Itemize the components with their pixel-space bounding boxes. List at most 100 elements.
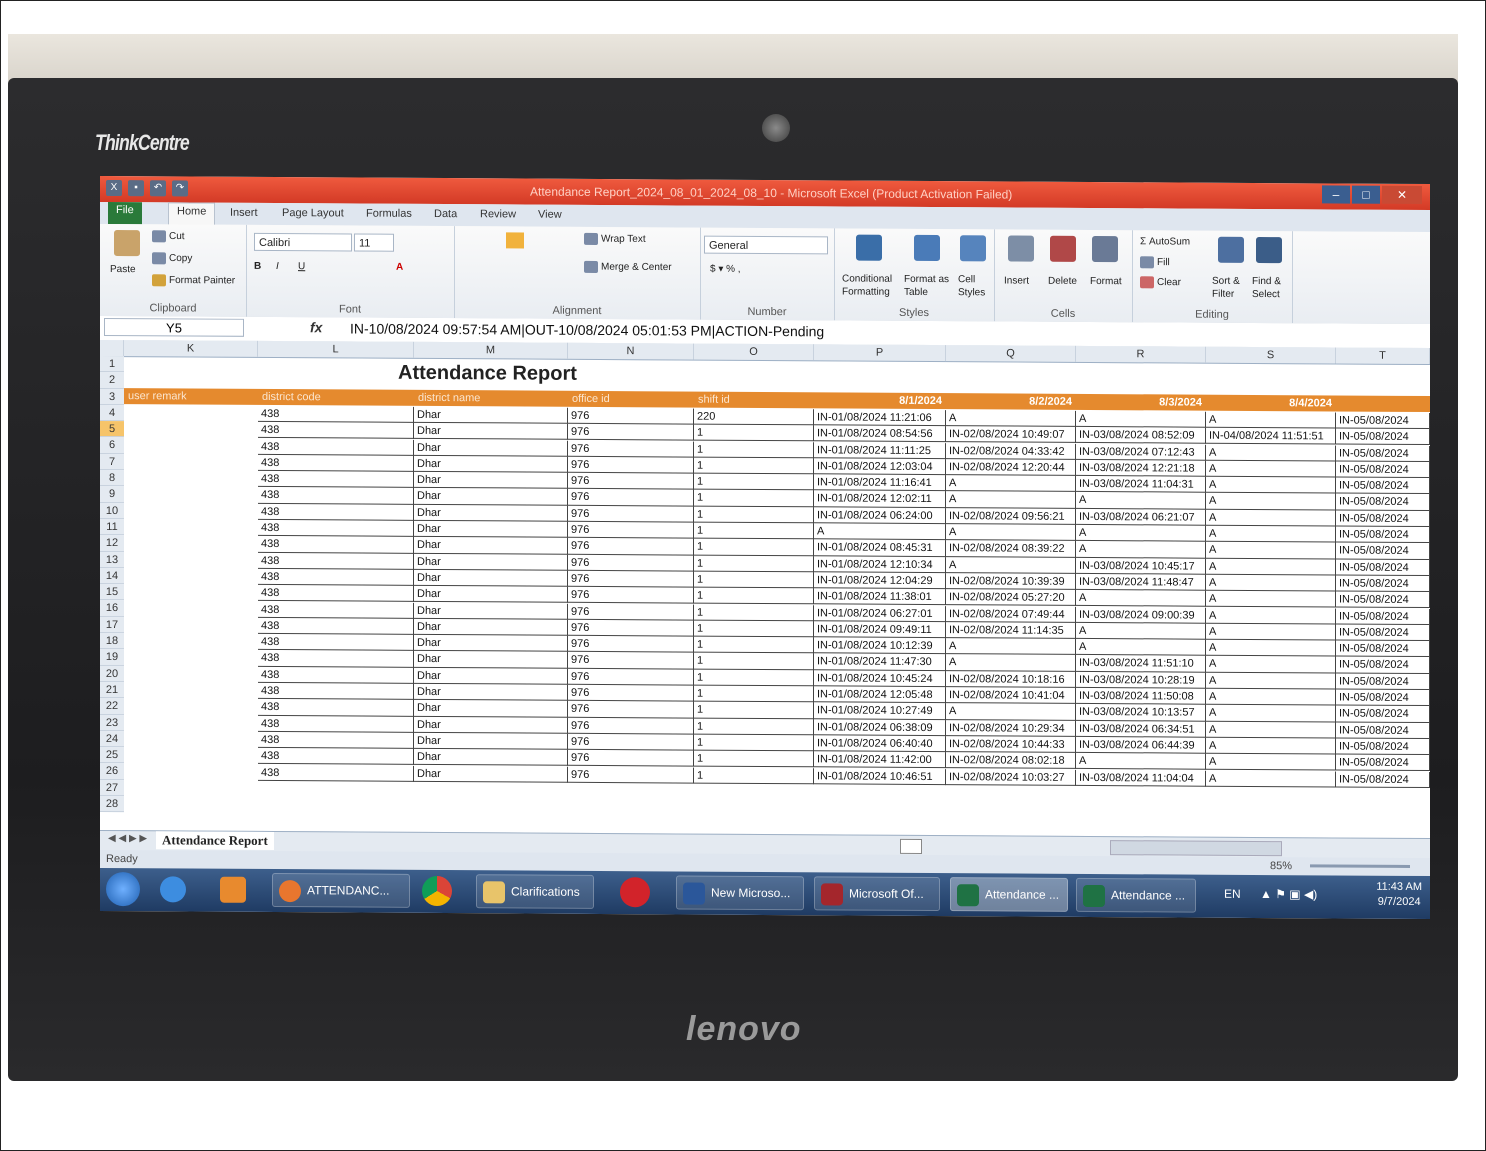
table-cell[interactable]: A	[1206, 639, 1336, 657]
table-cell[interactable]	[124, 535, 258, 552]
table-cell[interactable]: Dhar	[414, 406, 568, 424]
column-header-r[interactable]: R	[1076, 345, 1206, 363]
table-cell[interactable]: A	[1206, 688, 1336, 706]
table-cell[interactable]: Dhar	[414, 618, 568, 636]
conditional-formatting-icon[interactable]	[856, 234, 882, 261]
header-user-remark[interactable]: user remark	[124, 388, 258, 405]
table-cell[interactable]: A	[1206, 460, 1336, 478]
horizontal-scrollbar-thumb[interactable]	[1110, 840, 1282, 857]
table-cell[interactable]: Dhar	[414, 488, 568, 506]
table-cell[interactable]: IN-03/08/2024 10:45:17	[1076, 557, 1206, 575]
table-cell[interactable]: Dhar	[414, 537, 568, 555]
table-cell[interactable]: 976	[568, 586, 694, 605]
table-cell[interactable]: 1	[694, 538, 814, 556]
paste-icon[interactable]	[114, 230, 140, 257]
table-cell[interactable]: 1	[694, 718, 814, 736]
table-cell[interactable]: 438	[258, 454, 414, 472]
font-size-select[interactable]: 11	[354, 233, 394, 252]
table-cell[interactable]: IN-02/08/2024 10:44:33	[946, 735, 1076, 754]
table-cell[interactable]: IN-02/08/2024 10:18:16	[946, 670, 1076, 688]
header-office-id[interactable]: office id	[568, 391, 694, 408]
table-cell[interactable]: 976	[568, 684, 694, 702]
table-cell[interactable]: 976	[568, 440, 694, 458]
table-cell[interactable]: IN-01/08/2024 06:24:00	[814, 506, 946, 525]
table-cell[interactable]: 438	[258, 585, 414, 603]
table-cell[interactable]: Dhar	[414, 683, 568, 702]
minimize-icon[interactable]: –	[1322, 185, 1350, 204]
tab-formulas[interactable]: Formulas	[358, 206, 420, 222]
table-cell[interactable]: IN-04/08/2024 11:51:51	[1206, 427, 1336, 445]
table-cell[interactable]: IN-01/08/2024 12:04:29	[814, 572, 946, 590]
sort-filter-button[interactable]: Sort & Filter	[1212, 275, 1240, 301]
table-cell[interactable]	[124, 568, 258, 585]
table-cell[interactable]: A	[1206, 656, 1336, 674]
row-header[interactable]: 6	[100, 437, 124, 454]
table-cell[interactable]: 1	[694, 620, 814, 638]
table-cell[interactable]: IN-02/08/2024 10:39:39	[946, 572, 1076, 591]
align-middle-icon[interactable]	[506, 232, 524, 249]
table-cell[interactable]: 438	[258, 601, 414, 619]
table-cell[interactable]	[124, 454, 258, 471]
taskbar-clock[interactable]: 11:43 AM 9/7/2024	[1376, 880, 1422, 910]
table-cell[interactable]: 976	[568, 766, 694, 784]
table-cell[interactable]: 438	[258, 633, 414, 652]
row-header[interactable]: 7	[100, 453, 124, 471]
table-cell[interactable]: 1	[694, 652, 814, 670]
table-cell[interactable]: IN-03/08/2024 06:34:51	[1076, 720, 1206, 738]
table-cell[interactable]: IN-01/08/2024 08:45:31	[814, 539, 946, 557]
table-cell[interactable]: A	[1206, 721, 1336, 739]
table-cell[interactable]: IN-05/08/2024	[1336, 542, 1430, 560]
wrap-text-button[interactable]: Wrap Text	[584, 232, 646, 245]
merge-center-button[interactable]: Merge & Center	[584, 260, 672, 274]
insert-cells-icon[interactable]	[1008, 235, 1034, 262]
table-cell[interactable]: IN-02/08/2024 11:14:35	[946, 621, 1076, 639]
row-header[interactable]: 12	[100, 535, 124, 552]
autosum-button[interactable]: Σ AutoSum	[1140, 236, 1190, 247]
table-cell[interactable]: IN-01/08/2024 09:49:11	[814, 621, 946, 639]
column-header-n[interactable]: N	[568, 342, 694, 360]
table-cell[interactable]: 438	[258, 487, 414, 505]
column-header-q[interactable]: Q	[946, 345, 1076, 362]
table-cell[interactable]	[124, 666, 258, 683]
row-header[interactable]: 13	[100, 551, 124, 568]
table-cell[interactable]: Dhar	[414, 504, 568, 522]
table-cell[interactable]	[124, 715, 258, 732]
row-header[interactable]: 25	[100, 747, 124, 764]
column-header-m[interactable]: M	[414, 341, 568, 359]
row-header[interactable]: 3	[100, 388, 124, 405]
table-cell[interactable]	[124, 633, 258, 650]
table-cell[interactable]: A	[946, 638, 1076, 656]
table-cell[interactable]	[124, 519, 258, 536]
format-as-table-button[interactable]: Format as Table	[904, 273, 949, 299]
find-select-icon[interactable]	[1256, 236, 1282, 264]
table-cell[interactable]: IN-03/08/2024 11:50:08	[1076, 687, 1206, 705]
table-cell[interactable]: IN-01/08/2024 12:03:04	[814, 458, 946, 476]
table-cell[interactable]: IN-05/08/2024	[1336, 754, 1430, 772]
column-header-l[interactable]: L	[258, 340, 414, 358]
table-cell[interactable]	[124, 731, 258, 748]
bold-icon[interactable]: B	[254, 261, 261, 272]
undo-icon[interactable]: ↶	[150, 180, 166, 197]
maximize-icon[interactable]: □	[1352, 185, 1380, 204]
table-cell[interactable]: 438	[258, 470, 414, 489]
table-cell[interactable]: A	[1206, 444, 1336, 462]
table-cell[interactable]: IN-02/08/2024 10:41:04	[946, 687, 1076, 705]
table-cell[interactable]: IN-03/08/2024 10:28:19	[1076, 671, 1206, 689]
paste-button[interactable]: Paste	[110, 264, 136, 275]
table-cell[interactable]: 220	[694, 408, 814, 426]
table-cell[interactable]: A	[1206, 770, 1336, 788]
table-cell[interactable]: IN-03/08/2024 11:04:04	[1076, 769, 1206, 787]
table-cell[interactable]	[124, 649, 258, 666]
table-cell[interactable]: 976	[568, 733, 694, 751]
table-cell[interactable]: Dhar	[414, 667, 568, 685]
sort-filter-icon[interactable]	[1218, 236, 1244, 263]
table-cell[interactable]	[124, 764, 258, 781]
table-cell[interactable]: 438	[258, 650, 414, 668]
table-cell[interactable]	[124, 421, 258, 438]
table-cell[interactable]	[124, 552, 258, 569]
row-header[interactable]: 16	[100, 600, 124, 617]
table-cell[interactable]: IN-01/08/2024 11:38:01	[814, 588, 946, 606]
table-cell[interactable]: IN-05/08/2024	[1336, 477, 1430, 495]
tab-file[interactable]: File	[108, 201, 142, 225]
table-cell[interactable]: 1	[694, 685, 814, 703]
